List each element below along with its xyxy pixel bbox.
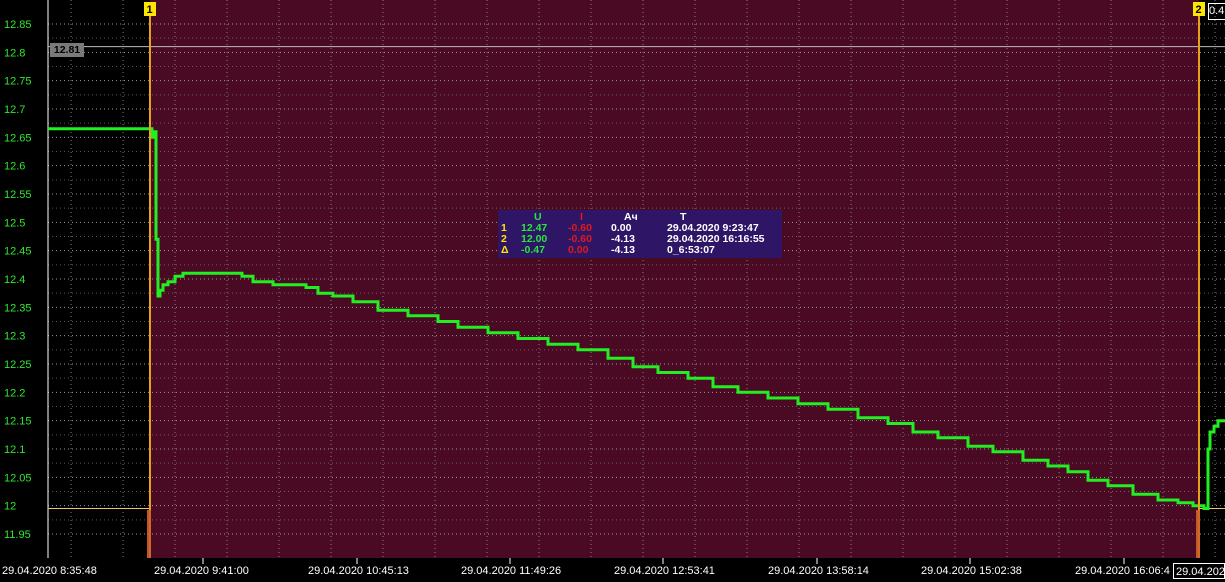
x-tick-label: 29.04.2020 10:45:13 [308,565,409,577]
marker-base-1 [147,510,151,558]
cursor-price-label: 12.81 [50,43,84,57]
row3-t: 0_6:53:07 [667,244,715,256]
x-tick-label: 29.04.2020 11:49:26 [461,565,561,577]
row3-key: Δ [501,244,509,256]
row3-u: -0.47 [521,244,545,256]
y-tick-label: 12.6 [4,161,25,173]
x-tick-label: 29.04.2020 15:02:38 [921,565,1022,577]
y-tick-label: 12.75 [4,76,32,88]
marker-label-1: 1 [147,4,153,16]
y-tick-label: 12.35 [4,302,32,314]
marker-base-2 [1196,510,1200,558]
y-tick-label: 12.05 [4,472,32,484]
y-tick-label: 12.4 [4,274,25,286]
x-tick-label: 29.04.2020 9:41:00 [154,565,249,577]
y-tick-label: 12.85 [4,19,32,31]
y-tick-label: 12.8 [4,47,25,59]
x-tick-label: 29.04.2020 13:58:14 [768,565,869,577]
y-tick-label: 12.2 [4,387,25,399]
y-tick-label: 12.1 [4,444,25,456]
row3-i: 0.00 [568,244,589,256]
x-tick-label: 29.04.2020 12:53:41 [614,565,715,577]
y-tick-label: 12.65 [4,132,32,144]
top-right-value-box: 0.4 [1208,3,1225,20]
measurement-info-box: U I Ач T 1 12.47 -0.60 0.00 29.04.2020 9… [498,210,782,258]
selection-range [150,0,1199,558]
y-tick-label: 12.3 [4,331,25,343]
y-tick-label: 12.55 [4,189,32,201]
x-tick-label: 29.04.2020 16:06:4 [1075,565,1170,577]
y-tick-label: 12 [4,501,16,513]
row3-ah: -4.13 [611,244,635,256]
y-tick-label: 12.5 [4,217,25,229]
y-tick-label: 11.95 [4,529,31,541]
y-tick-label: 12.25 [4,359,32,371]
marker-label-2: 2 [1196,4,1202,16]
x-tick-label: 29.04.2020 8:35:48 [2,565,97,577]
y-tick-label: 12.7 [4,104,25,116]
bottom-right-time-box: 29.04.202 [1173,563,1225,579]
y-tick-label: 12.45 [4,246,32,258]
voltage-chart: 12.85 12.8 12.75 12.7 12.65 12.6 12.55 12.5 12.4… [0,0,1225,582]
y-tick-label: 12.15 [4,416,32,428]
